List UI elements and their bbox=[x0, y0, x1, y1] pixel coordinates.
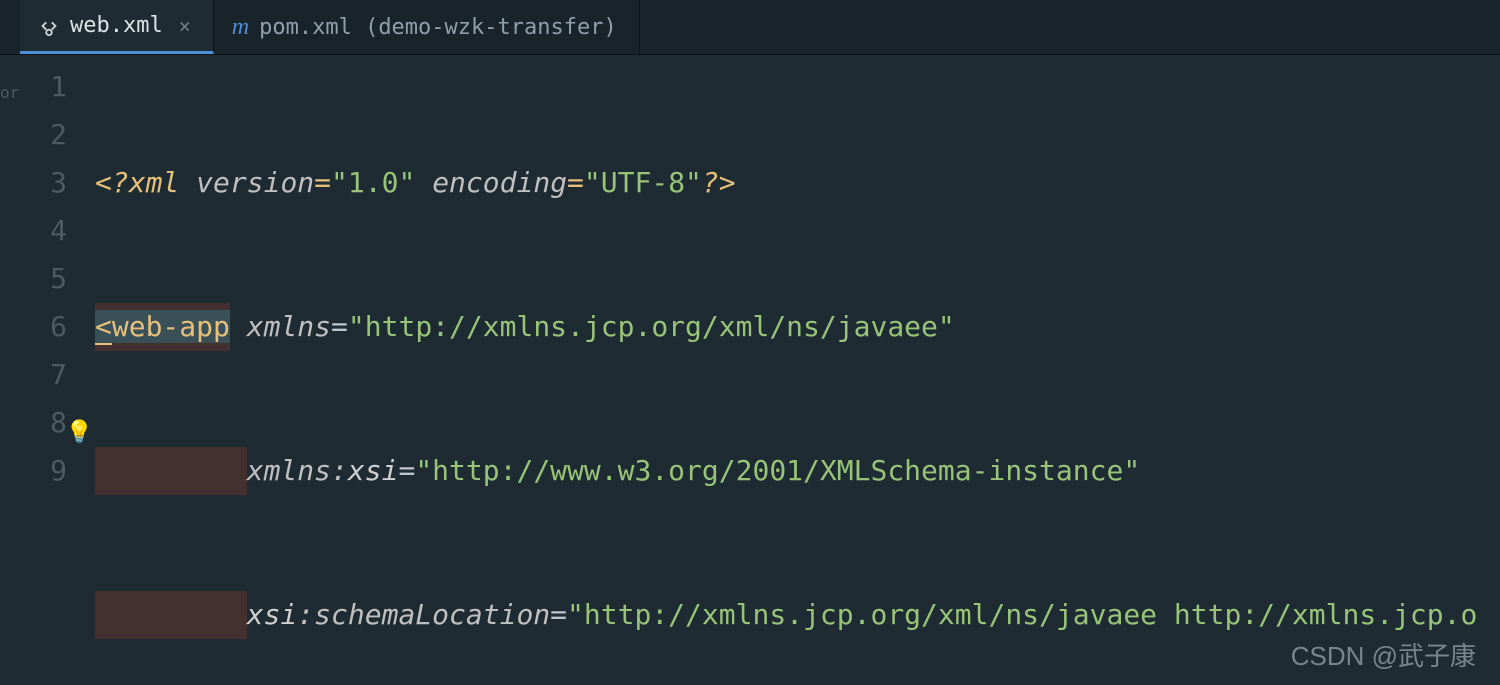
lightbulb-icon[interactable]: 💡 bbox=[66, 409, 93, 457]
line-number: 1 bbox=[20, 63, 67, 111]
code-area[interactable]: <?xml version="1.0" encoding="UTF-8"?> <… bbox=[95, 55, 1500, 685]
left-margin: or bbox=[0, 55, 20, 685]
code-line: xsi:schemaLocation="http://xmlns.jcp.org… bbox=[95, 591, 1500, 639]
line-number: 7 bbox=[20, 351, 67, 399]
code-editor[interactable]: or 1 2 3 4 5 6 7 8 9 💡 <?xml version="1.… bbox=[0, 55, 1500, 685]
tab-label: pom.xml (demo-wzk-transfer) bbox=[259, 15, 617, 40]
maven-file-icon: m bbox=[232, 14, 249, 41]
tab-pomxml[interactable]: m pom.xml (demo-wzk-transfer) bbox=[214, 0, 640, 54]
xml-file-icon bbox=[38, 15, 60, 37]
watermark: CSDN @武子康 bbox=[1291, 636, 1476, 673]
code-line: <web-app xmlns="http://xmlns.jcp.org/xml… bbox=[95, 303, 1500, 351]
line-gutter: 1 2 3 4 5 6 7 8 9 💡 bbox=[20, 55, 95, 685]
close-icon[interactable]: × bbox=[179, 14, 191, 38]
tab-webxml[interactable]: web.xml × bbox=[20, 0, 214, 54]
code-line: <?xml version="1.0" encoding="UTF-8"?> bbox=[95, 159, 1500, 207]
line-number: 9 bbox=[20, 447, 67, 495]
line-number: 5 bbox=[20, 255, 67, 303]
code-line: xmlns:xsi="http://www.w3.org/2001/XMLSch… bbox=[95, 447, 1500, 495]
tab-label: web.xml bbox=[70, 13, 163, 38]
line-number: 6 bbox=[20, 303, 67, 351]
line-number: 2 bbox=[20, 111, 67, 159]
line-number: 8 bbox=[20, 399, 67, 447]
line-number: 4 bbox=[20, 207, 67, 255]
tab-bar: web.xml × m pom.xml (demo-wzk-transfer) bbox=[0, 0, 1500, 55]
line-number: 3 bbox=[20, 159, 67, 207]
